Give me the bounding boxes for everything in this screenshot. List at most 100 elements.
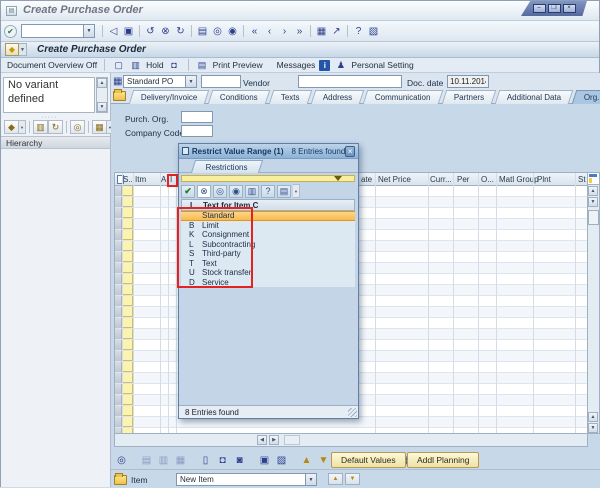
enter-icon[interactable]: ✔ (4, 24, 17, 38)
row-selector[interactable] (115, 340, 122, 350)
row-selector[interactable] (115, 252, 122, 262)
layout-icon[interactable]: ◆ (4, 120, 19, 134)
value-entry-row[interactable]: U Stock transfer (181, 268, 355, 278)
item-details-icon[interactable]: ◎ (114, 454, 129, 468)
item-select-dropdown-icon[interactable]: ▼ (305, 474, 316, 485)
next-item-icon[interactable]: ▼ (345, 473, 360, 485)
table-settings-icon[interactable] (588, 173, 599, 185)
unlock-item-icon[interactable]: ◙ (232, 454, 247, 468)
status-cell[interactable] (122, 252, 133, 262)
status-cell[interactable] (122, 417, 133, 427)
messages-info-icon[interactable]: i (319, 59, 331, 71)
status-cell[interactable] (122, 186, 133, 196)
deselect-all-icon[interactable]: ▦ (173, 454, 188, 468)
horizontal-scrollbar[interactable]: ◀ ▶ (114, 434, 588, 447)
status-cell[interactable] (122, 395, 133, 405)
close-button[interactable]: × (562, 4, 576, 13)
print-icon[interactable]: ▤ (277, 184, 291, 198)
row-selector[interactable] (115, 373, 122, 383)
table-row[interactable] (115, 428, 587, 433)
status-cell[interactable] (122, 307, 133, 317)
view-settings-icon[interactable]: ▦ (92, 120, 107, 134)
scrollbar-thumb[interactable] (588, 210, 599, 225)
screen-menu-icon[interactable]: ◆ (5, 43, 19, 56)
status-cell[interactable] (122, 318, 133, 328)
po-number-field[interactable] (201, 75, 241, 88)
status-cell[interactable] (122, 230, 133, 240)
row-selector[interactable] (115, 274, 122, 284)
create-document-icon[interactable]: ▢ (112, 59, 125, 71)
row-selector[interactable] (115, 219, 122, 229)
duplicate-item-icon[interactable]: ▨ (274, 454, 289, 468)
messages-button[interactable]: Messages (277, 60, 316, 70)
multiple-selection-icon[interactable]: ▥ (245, 184, 259, 198)
copy-icon[interactable]: ▥ (33, 120, 48, 134)
continue-icon[interactable]: ✔ (181, 184, 195, 198)
vertical-scrollbar[interactable]: ▲ ▼ ▲ ▼ (588, 172, 600, 434)
value-entry-row[interactable]: K Consignment (181, 230, 355, 240)
row-selector[interactable] (115, 197, 122, 207)
tab-org-data[interactable]: Org. Data (572, 90, 600, 104)
resize-grip[interactable] (348, 408, 357, 417)
value-entry-row[interactable]: S Third-party (181, 249, 355, 259)
row-selector[interactable] (115, 318, 122, 328)
create-shortcut-icon[interactable]: ↗ (329, 24, 344, 38)
status-cell[interactable] (122, 406, 133, 416)
find-next-icon[interactable]: ◉ (229, 184, 243, 198)
exit-icon[interactable]: ↺ (143, 24, 158, 38)
dialog-titlebar[interactable]: Restrict Value Range (1) 8 Entries found… (179, 144, 358, 159)
scroll-up-icon[interactable]: ▲ (97, 78, 107, 88)
help-icon[interactable]: ? (261, 184, 275, 198)
previous-page-icon[interactable]: ‹ (262, 24, 277, 38)
screen-menu-dropdown-icon[interactable]: ▼ (19, 43, 27, 56)
status-cell[interactable] (122, 384, 133, 394)
value-entry-row[interactable]: L Subcontracting (181, 239, 355, 249)
order-type-dropdown-icon[interactable]: ▼ (185, 76, 196, 87)
order-type-select[interactable]: Standard PO ▼ (123, 75, 197, 88)
item-folder-icon[interactable] (114, 473, 127, 485)
copy-document-icon[interactable]: ▥ (129, 59, 142, 71)
row-selector[interactable] (115, 351, 122, 361)
print-icon[interactable]: ▤ (195, 24, 210, 38)
tab-address[interactable]: Address (310, 90, 365, 104)
row-selector[interactable] (115, 395, 122, 405)
find-icon[interactable]: ◎ (213, 184, 227, 198)
command-dropdown-icon[interactable]: ▼ (83, 25, 94, 37)
status-cell[interactable] (122, 296, 133, 306)
status-cell[interactable] (122, 362, 133, 372)
status-cell[interactable] (122, 329, 133, 339)
status-cell[interactable] (122, 208, 133, 218)
print-preview-button[interactable]: Print Preview (213, 60, 263, 70)
status-cell[interactable] (122, 263, 133, 273)
scroll-down-icon[interactable]: ▼ (588, 197, 598, 207)
lock-item-icon[interactable]: ◘ (215, 454, 230, 468)
row-selector[interactable] (115, 362, 122, 372)
status-cell[interactable] (122, 351, 133, 361)
hold-lock-icon[interactable]: ◘ (168, 59, 181, 71)
purch-org-field[interactable] (181, 111, 213, 123)
print-preview-icon[interactable]: ▤ (196, 59, 209, 71)
variant-scrollbar[interactable]: ▲ ▼ (96, 77, 108, 113)
next-page-icon[interactable]: › (277, 24, 292, 38)
previous-item-icon[interactable]: ▲ (328, 473, 343, 485)
tab-restrictions[interactable]: Restrictions (190, 160, 263, 173)
cancel-icon[interactable]: ⊗ (197, 184, 211, 198)
row-selector[interactable] (115, 384, 122, 394)
scroll-down-icon[interactable]: ▼ (97, 102, 107, 112)
status-cell[interactable] (122, 197, 133, 207)
status-cell[interactable] (122, 285, 133, 295)
select-block-icon[interactable]: ▥ (156, 454, 171, 468)
save-icon[interactable]: ▣ (121, 24, 136, 38)
row-selector[interactable] (115, 285, 122, 295)
back-icon[interactable]: ◁ (106, 24, 121, 38)
delete-item-icon[interactable]: ▯ (198, 454, 213, 468)
row-selector[interactable] (115, 186, 122, 196)
row-selector[interactable] (115, 208, 122, 218)
command-field[interactable]: ▼ (21, 24, 95, 38)
status-cell[interactable] (122, 241, 133, 251)
copy-item-icon[interactable]: ▣ (257, 454, 272, 468)
help-icon[interactable]: ? (351, 24, 366, 38)
status-cell[interactable] (122, 373, 133, 383)
row-selector[interactable] (115, 230, 122, 240)
hold-button[interactable]: Hold (146, 60, 163, 70)
